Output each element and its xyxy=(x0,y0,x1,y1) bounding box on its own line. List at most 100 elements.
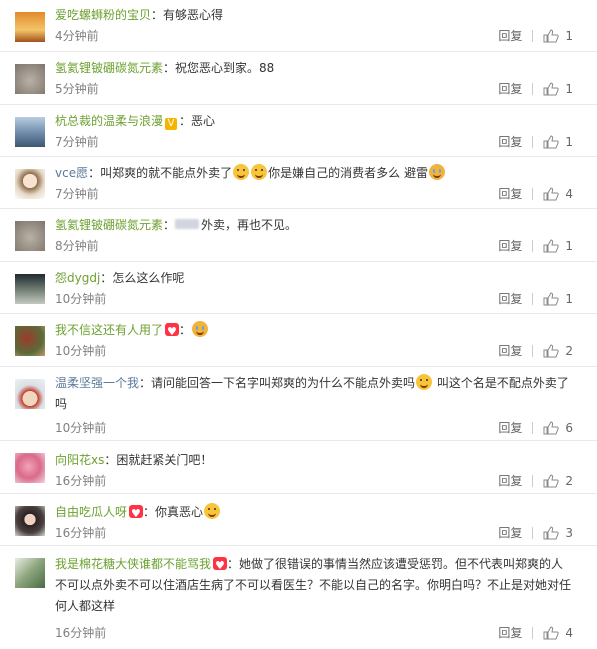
comment-actions: 回复 2 xyxy=(498,342,573,359)
reply-button[interactable]: 回复 xyxy=(498,290,522,307)
sweat-emoji-icon xyxy=(251,164,268,180)
comment-text: 叫郑爽的就不能点外卖了 xyxy=(100,166,233,180)
avatar[interactable] xyxy=(15,64,45,94)
thumbs-up-icon xyxy=(543,420,560,434)
username[interactable]: 爱吃螺蛳粉的宝贝 xyxy=(55,8,151,22)
divider xyxy=(532,239,534,252)
comment-item: 自由吃瓜人呀：你真恶心 16分钟前 回复 3 xyxy=(0,494,597,546)
like-button[interactable]: 4 xyxy=(543,187,573,201)
like-count: 1 xyxy=(565,134,573,149)
comment-text: 祝您恶心到家。88 xyxy=(175,61,275,75)
comment-actions: 回复 1 xyxy=(498,80,573,97)
comment-content: vce愿：叫郑爽的就不能点外卖了 你是嫌自己的消费者多么 避雷 xyxy=(55,163,573,184)
like-count: 1 xyxy=(565,238,573,253)
comment-content: 向阳花xs：困就赶紧关门吧！ xyxy=(55,453,213,467)
like-button[interactable]: 4 xyxy=(543,626,573,640)
avatar[interactable] xyxy=(15,221,45,251)
reply-button[interactable]: 回复 xyxy=(498,27,522,44)
comment-text: 怎么这么作呢 xyxy=(112,271,185,285)
comment-text-continued: 吗 xyxy=(55,397,68,411)
timestamp: 5分钟前 xyxy=(55,82,99,96)
comment-text-continued: 叫这个名是不配点外卖了 xyxy=(436,376,569,390)
reply-button[interactable]: 回复 xyxy=(498,237,522,254)
username[interactable]: 氢氦锂铍硼碳氮元素 xyxy=(55,61,163,75)
timestamp: 7分钟前 xyxy=(55,187,99,201)
comment-item: 向阳花xs：困就赶紧关门吧！ 16分钟前 回复 2 xyxy=(0,441,597,494)
like-button[interactable]: 3 xyxy=(543,526,573,540)
comment-content: 我不信这还有人用了： xyxy=(55,320,573,342)
thumbs-up-icon xyxy=(543,473,560,487)
avatar[interactable] xyxy=(15,453,45,483)
like-button[interactable]: 2 xyxy=(543,474,573,488)
reply-button[interactable]: 回复 xyxy=(498,185,522,202)
avatar[interactable] xyxy=(15,12,45,42)
comment-content: 我是棉花糖大侠谁都不能骂我：她做了很错误的事情当然应该遭受惩罚。但不代表叫郑爽的… xyxy=(55,554,573,617)
username[interactable]: vce愿 xyxy=(55,166,88,180)
divider xyxy=(532,29,534,42)
username[interactable]: 向阳花xs xyxy=(55,453,104,467)
reply-button[interactable]: 回复 xyxy=(498,133,522,150)
username[interactable]: 杭总裁的温柔与浪漫 xyxy=(55,114,163,128)
reply-button[interactable]: 回复 xyxy=(498,624,522,641)
like-count: 1 xyxy=(565,81,573,96)
avatar[interactable] xyxy=(15,169,45,199)
comment-item: 杭总裁的温柔与浪漫 V ：恶心 7分钟前 回复 1 xyxy=(0,105,597,157)
like-count: 4 xyxy=(565,625,573,640)
divider xyxy=(532,526,534,539)
comment-actions: 回复 3 xyxy=(498,524,573,541)
username[interactable]: 温柔坚强一个我 xyxy=(55,376,139,390)
like-button[interactable]: 1 xyxy=(543,292,573,306)
avatar[interactable] xyxy=(15,274,45,304)
comment-content: 温柔坚强一个我：请问能回答一下名字叫郑爽的为什么不能点外卖吗 叫这个名是不配点外… xyxy=(55,374,569,411)
username[interactable]: 我不信这还有人用了 xyxy=(55,323,163,337)
like-button[interactable]: 2 xyxy=(543,344,573,358)
timestamp: 10分钟前 xyxy=(55,292,107,306)
avatar[interactable] xyxy=(15,379,45,409)
username[interactable]: 怨dygdj xyxy=(55,271,100,285)
divider xyxy=(532,292,534,305)
like-count: 4 xyxy=(565,186,573,201)
divider xyxy=(532,626,534,639)
like-count: 2 xyxy=(565,343,573,358)
like-count: 2 xyxy=(565,473,573,488)
avatar[interactable] xyxy=(15,326,45,356)
username[interactable]: 我是棉花糖大侠谁都不能骂我 xyxy=(55,557,211,571)
avatar[interactable] xyxy=(15,558,45,588)
comment-content: 杭总裁的温柔与浪漫 V ：恶心 xyxy=(55,114,216,130)
thumbs-up-icon xyxy=(543,186,560,200)
like-button[interactable]: 6 xyxy=(543,421,573,435)
comment-text: 有够恶心得 xyxy=(163,8,224,22)
sweat-emoji-icon xyxy=(233,164,250,180)
verified-badge: V xyxy=(165,118,178,130)
avatar[interactable] xyxy=(15,117,45,147)
comment-item: 温柔坚强一个我：请问能回答一下名字叫郑爽的为什么不能点外卖吗 叫这个名是不配点外… xyxy=(0,367,597,441)
like-button[interactable]: 1 xyxy=(543,29,573,43)
censored-text xyxy=(175,219,200,229)
comment-content: 怨dygdj：怎么这么作呢 xyxy=(55,271,185,285)
avatar[interactable] xyxy=(15,506,45,536)
comment-item: 爱吃螺蛳粉的宝贝：有够恶心得 4分钟前 回复 1 xyxy=(0,0,597,52)
comment-actions: 回复 4 xyxy=(498,624,573,641)
reply-button[interactable]: 回复 xyxy=(498,419,522,436)
timestamp: 10分钟前 xyxy=(55,421,107,435)
like-button[interactable]: 1 xyxy=(543,135,573,149)
like-button[interactable]: 1 xyxy=(543,82,573,96)
timestamp: 7分钟前 xyxy=(55,135,99,149)
comment-content: 爱吃螺蛳粉的宝贝：有够恶心得 xyxy=(55,8,224,22)
timestamp: 16分钟前 xyxy=(55,474,107,488)
timestamp: 16分钟前 xyxy=(55,626,107,640)
reply-button[interactable]: 回复 xyxy=(498,524,522,541)
thumbs-up-icon xyxy=(543,291,560,305)
username[interactable]: 氢氦锂铍硼碳氮元素 xyxy=(55,218,163,232)
thumbs-up-icon xyxy=(543,625,560,639)
divider xyxy=(532,421,534,434)
username[interactable]: 自由吃瓜人呀 xyxy=(55,505,127,519)
reply-button[interactable]: 回复 xyxy=(498,80,522,97)
like-count: 3 xyxy=(565,525,573,540)
comment-item: 我不信这还有人用了： 10分钟前 回复 2 xyxy=(0,314,597,367)
reply-button[interactable]: 回复 xyxy=(498,342,522,359)
comment-item: vce愿：叫郑爽的就不能点外卖了 你是嫌自己的消费者多么 避雷 7分钟前 回复 4 xyxy=(0,157,597,209)
like-button[interactable]: 1 xyxy=(543,239,573,253)
comment-text-continued: 何人都这样 xyxy=(55,599,116,613)
reply-button[interactable]: 回复 xyxy=(498,472,522,489)
